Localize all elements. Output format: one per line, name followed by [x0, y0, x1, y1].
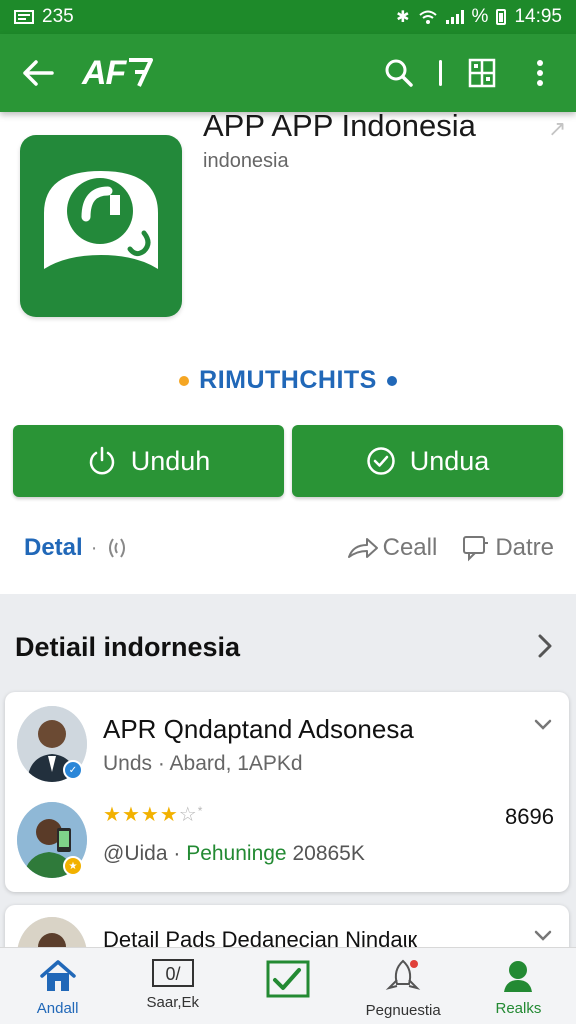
- star-badge-icon: ★: [63, 856, 83, 876]
- back-button[interactable]: [18, 53, 58, 93]
- share-arrow-icon: [347, 538, 378, 558]
- star-icon: ★: [140, 804, 160, 826]
- download-check-button[interactable]: Undua: [292, 425, 563, 497]
- card-title: APR Qndaptand Adsonesa: [103, 714, 414, 744]
- date-label: Datre: [495, 534, 554, 561]
- app-logo-text: AF: [82, 53, 126, 92]
- battery-icon: [496, 9, 507, 25]
- download-button[interactable]: Unduh: [13, 425, 284, 497]
- detail-link[interactable]: Detal: [24, 534, 83, 562]
- sound-wave-icon[interactable]: [105, 533, 129, 563]
- comment-icon: [463, 536, 489, 562]
- star-icon: ★: [121, 804, 141, 826]
- status-left-text: 235: [42, 6, 74, 27]
- date-action[interactable]: Datre: [461, 533, 554, 563]
- orange-dot: [179, 375, 190, 386]
- separator-dot: ·: [90, 536, 98, 559]
- chevron-down-icon[interactable]: [533, 929, 553, 943]
- power-icon: [89, 446, 114, 475]
- app-subtitle: indonesia: [203, 150, 289, 172]
- grid-button[interactable]: [464, 55, 500, 91]
- logo-swoosh-icon: [129, 57, 154, 87]
- meta-prefix: @Uida ·: [103, 842, 181, 865]
- person-icon: [504, 961, 533, 992]
- signal-icon: [445, 10, 464, 24]
- card-meta: @Uida · Pehuninge 20865K: [103, 842, 365, 866]
- search-icon: [385, 59, 413, 87]
- star-icon: ★: [159, 804, 179, 826]
- home-icon: [39, 960, 76, 991]
- star-small-icon: *: [197, 804, 204, 818]
- counter-icon: 0/: [151, 959, 194, 987]
- star-icon: ★: [103, 804, 122, 826]
- more-options-button[interactable]: [522, 55, 558, 91]
- nav-notifications-label: Pegnuestia: [365, 1002, 441, 1019]
- wifi-icon: [418, 10, 437, 24]
- download-label: Unduh: [130, 445, 211, 476]
- bluetooth-icon: ✱: [396, 9, 410, 26]
- brand-text: RIMUTHCHITS: [199, 366, 377, 394]
- arrow-left-icon: [23, 60, 54, 86]
- call-action[interactable]: Ceall: [347, 534, 438, 562]
- status-bar: 235 ✱ % 14:95: [0, 0, 576, 34]
- nav-tasks[interactable]: [230, 948, 345, 1024]
- rating-stars: ★★★★☆*: [103, 802, 203, 827]
- call-label: Ceall: [382, 534, 438, 561]
- app-logo-icon: [44, 171, 158, 269]
- grid-icon: [468, 58, 496, 88]
- download-check-label: Undua: [409, 445, 490, 476]
- app-title: APP APP Indonesia: [203, 108, 476, 143]
- search-button[interactable]: [381, 55, 417, 91]
- meta-suffix: 20865K: [292, 842, 365, 865]
- check-circle-icon: [366, 447, 395, 475]
- nav-notifications[interactable]: Pegnuestia: [346, 948, 461, 1024]
- nav-profile[interactable]: Realks: [461, 948, 576, 1024]
- app-icon: [20, 135, 182, 317]
- chevron-down-icon[interactable]: [533, 718, 553, 732]
- nav-home[interactable]: Andall: [0, 948, 115, 1024]
- status-time: 14:95: [514, 6, 562, 27]
- notification-icon: [14, 10, 34, 24]
- section-title: Detiail indornesia: [15, 632, 241, 662]
- nav-profile-label: Realks: [495, 1000, 542, 1017]
- toolbar-divider: [439, 60, 442, 86]
- app-logo: AF: [82, 54, 155, 93]
- share-icon[interactable]: ↗: [548, 116, 566, 142]
- detail-card[interactable]: ✓ APR Qndaptand Adsonesa Unds · Abard, 1…: [5, 692, 569, 892]
- star-empty-icon: ☆: [178, 804, 198, 826]
- app-bar: AF: [0, 34, 576, 112]
- verified-badge-icon: ✓: [63, 760, 83, 780]
- card-subtitle: Unds · Abard, 1APKd: [103, 752, 303, 775]
- bottom-nav: Andall 0/ Saar,Ek Pegnuestia Realks: [0, 947, 576, 1024]
- more-vert-icon: [537, 60, 543, 86]
- rocket-icon: [385, 959, 421, 990]
- chevron-right-icon[interactable]: [534, 632, 556, 660]
- nav-search[interactable]: 0/ Saar,Ek: [115, 948, 230, 1024]
- brand-row: RIMUTHCHITS: [0, 366, 576, 395]
- nav-search-label: Saar,Ek: [146, 994, 200, 1011]
- blue-dot: [386, 375, 397, 386]
- rating-count: 8696: [505, 804, 554, 829]
- action-row: Detal · Ceall Datre: [24, 530, 554, 566]
- nav-home-label: Andall: [36, 1000, 79, 1017]
- checklist-icon: [266, 960, 310, 998]
- battery-percent: %: [471, 6, 489, 27]
- svg-text:0/: 0/: [165, 964, 180, 984]
- meta-category[interactable]: Pehuninge: [186, 842, 286, 865]
